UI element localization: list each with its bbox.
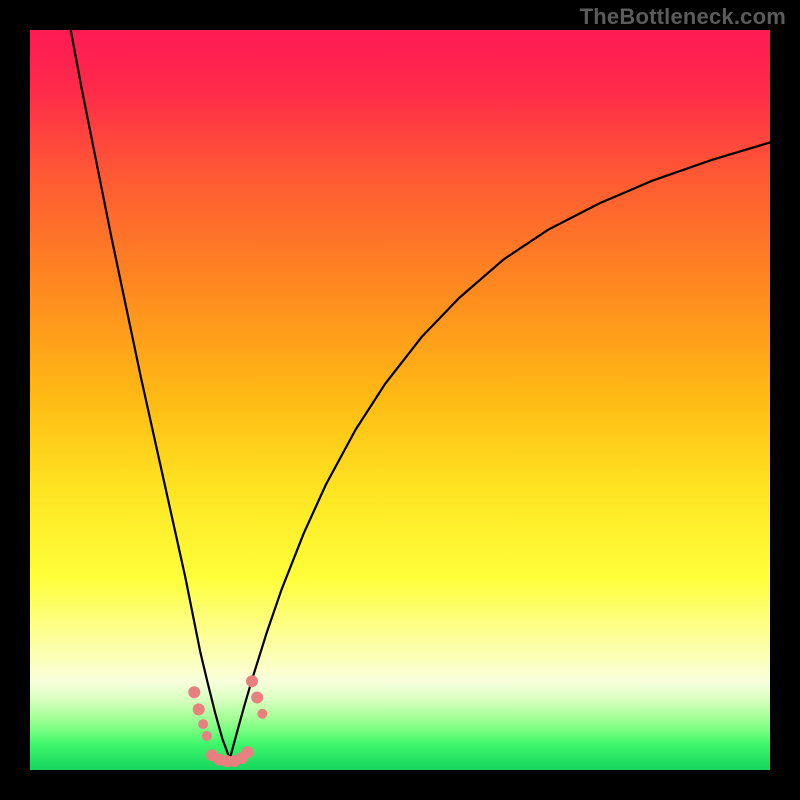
data-marker: [257, 709, 267, 719]
gradient-background: [30, 30, 770, 770]
data-marker: [242, 746, 254, 758]
data-marker: [188, 686, 200, 698]
data-marker: [202, 731, 212, 741]
data-marker: [246, 675, 258, 687]
data-marker: [251, 691, 263, 703]
data-marker: [198, 719, 208, 729]
watermark-text: TheBottleneck.com: [580, 4, 786, 30]
data-marker: [193, 703, 205, 715]
bottleneck-chart: [0, 0, 800, 800]
chart-frame: TheBottleneck.com: [0, 0, 800, 800]
